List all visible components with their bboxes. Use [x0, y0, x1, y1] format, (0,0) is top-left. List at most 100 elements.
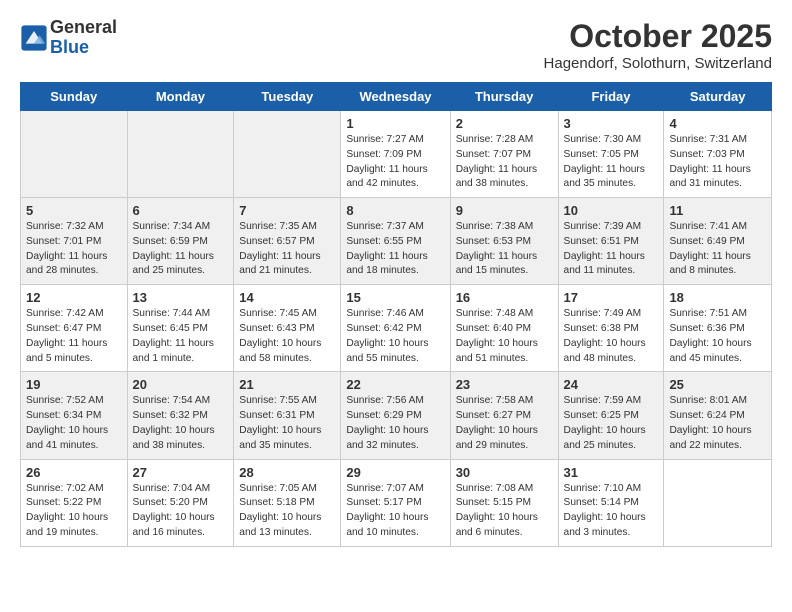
day-info: Sunrise: 7:34 AMSunset: 6:59 PMDaylight:…	[133, 220, 229, 279]
table-row: 20 Sunrise: 7:54 AMSunset: 6:32 PMDayligh…	[127, 372, 234, 459]
day-info: Sunrise: 7:10 AMSunset: 5:14 PMDaylight:…	[564, 482, 659, 541]
logo-blue-text: Blue	[50, 38, 117, 58]
day-number: 31	[564, 465, 659, 480]
logo-text: General Blue	[50, 18, 117, 58]
day-info: Sunrise: 7:45 AMSunset: 6:43 PMDaylight:…	[239, 307, 335, 366]
table-row: 28Sunrise: 7:05 AMSunset: 5:18 PMDayligh…	[234, 459, 341, 546]
table-row: 29 Sunrise: 7:07 AMSunset: 5:17 PMDayligh…	[341, 459, 450, 546]
day-info: Sunrise: 8:01 AMSunset: 6:24 PMDaylight:…	[669, 394, 766, 453]
day-info: Sunrise: 7:58 AMSunset: 6:27 PMDaylight:…	[456, 394, 553, 453]
day-info: Sunrise: 7:08 AMSunset: 5:15 PMDaylight:…	[456, 482, 553, 541]
table-row: 8Sunrise: 7:37 AMSunset: 6:55 PMDaylight…	[341, 198, 450, 285]
day-number: 19	[26, 377, 122, 392]
day-number: 22	[346, 377, 444, 392]
table-row: 17 Sunrise: 7:49 AMSunset: 6:38 PMDayligh…	[558, 285, 664, 372]
calendar-week-row: 19 Sunrise: 7:52 AMSunset: 6:34 PMDayligh…	[21, 372, 772, 459]
day-number: 1	[346, 116, 444, 131]
logo: General Blue	[20, 18, 117, 58]
day-number: 8	[346, 203, 444, 218]
col-friday: Friday	[558, 83, 664, 111]
day-info: Sunrise: 7:49 AMSunset: 6:38 PMDaylight:…	[564, 307, 659, 366]
day-number: 20	[133, 377, 229, 392]
table-row: 10 Sunrise: 7:39 AMSunset: 6:51 PMDayligh…	[558, 198, 664, 285]
day-number: 30	[456, 465, 553, 480]
table-row: 26 Sunrise: 7:02 AMSunset: 5:22 PMDayligh…	[21, 459, 128, 546]
day-info: Sunrise: 7:54 AMSunset: 6:32 PMDaylight:…	[133, 394, 229, 453]
day-info: Sunrise: 7:51 AMSunset: 6:36 PMDaylight:…	[669, 307, 766, 366]
day-info: Sunrise: 7:41 AMSunset: 6:49 PMDaylight:…	[669, 220, 766, 279]
table-row: 1 Sunrise: 7:27 AMSunset: 7:09 PMDaylight…	[341, 111, 450, 198]
day-info: Sunrise: 7:38 AMSunset: 6:53 PMDaylight:…	[456, 220, 553, 279]
day-number: 24	[564, 377, 659, 392]
col-tuesday: Tuesday	[234, 83, 341, 111]
day-number: 18	[669, 290, 766, 305]
page: General Blue October 2025 Hagendorf, Sol…	[0, 0, 792, 565]
day-info: Sunrise: 7:42 AMSunset: 6:47 PMDaylight:…	[26, 307, 122, 366]
day-info: Sunrise: 7:28 AMSunset: 7:07 PMDaylight:…	[456, 133, 553, 192]
table-row: 18 Sunrise: 7:51 AMSunset: 6:36 PMDayligh…	[664, 285, 772, 372]
calendar-week-row: 5Sunrise: 7:32 AMSunset: 7:01 PMDaylight…	[21, 198, 772, 285]
day-number: 2	[456, 116, 553, 131]
day-number: 15	[346, 290, 444, 305]
day-number: 17	[564, 290, 659, 305]
day-number: 6	[133, 203, 229, 218]
calendar-week-row: 1 Sunrise: 7:27 AMSunset: 7:09 PMDaylight…	[21, 111, 772, 198]
day-number: 26	[26, 465, 122, 480]
day-info: Sunrise: 7:32 AMSunset: 7:01 PMDaylight:…	[26, 220, 122, 279]
table-row: 22 Sunrise: 7:56 AMSunset: 6:29 PMDayligh…	[341, 372, 450, 459]
logo-icon	[20, 24, 48, 52]
day-info: Sunrise: 7:44 AMSunset: 6:45 PMDaylight:…	[133, 307, 229, 366]
day-info: Sunrise: 7:02 AMSunset: 5:22 PMDaylight:…	[26, 482, 122, 541]
day-info: Sunrise: 7:39 AMSunset: 6:51 PMDaylight:…	[564, 220, 659, 279]
day-number: 23	[456, 377, 553, 392]
table-row: 9Sunrise: 7:38 AMSunset: 6:53 PMDaylight…	[450, 198, 558, 285]
table-row: 7 Sunrise: 7:35 AMSunset: 6:57 PMDaylight…	[234, 198, 341, 285]
header: General Blue October 2025 Hagendorf, Sol…	[20, 18, 772, 72]
day-number: 7	[239, 203, 335, 218]
day-number: 25	[669, 377, 766, 392]
day-info: Sunrise: 7:27 AMSunset: 7:09 PMDaylight:…	[346, 133, 444, 192]
table-row: 6 Sunrise: 7:34 AMSunset: 6:59 PMDaylight…	[127, 198, 234, 285]
table-row: 15Sunrise: 7:46 AMSunset: 6:42 PMDayligh…	[341, 285, 450, 372]
day-info: Sunrise: 7:48 AMSunset: 6:40 PMDaylight:…	[456, 307, 553, 366]
table-row: 12 Sunrise: 7:42 AMSunset: 6:47 PMDayligh…	[21, 285, 128, 372]
day-number: 27	[133, 465, 229, 480]
day-info: Sunrise: 7:56 AMSunset: 6:29 PMDaylight:…	[346, 394, 444, 453]
day-info: Sunrise: 7:35 AMSunset: 6:57 PMDaylight:…	[239, 220, 335, 279]
day-number: 13	[133, 290, 229, 305]
table-row: 24 Sunrise: 7:59 AMSunset: 6:25 PMDayligh…	[558, 372, 664, 459]
day-number: 10	[564, 203, 659, 218]
table-row: 13 Sunrise: 7:44 AMSunset: 6:45 PMDayligh…	[127, 285, 234, 372]
day-info: Sunrise: 7:59 AMSunset: 6:25 PMDaylight:…	[564, 394, 659, 453]
table-row: 21 Sunrise: 7:55 AMSunset: 6:31 PMDayligh…	[234, 372, 341, 459]
day-info: Sunrise: 7:30 AMSunset: 7:05 PMDaylight:…	[564, 133, 659, 192]
day-number: 14	[239, 290, 335, 305]
day-info: Sunrise: 7:05 AMSunset: 5:18 PMDaylight:…	[239, 482, 335, 541]
table-row: 19 Sunrise: 7:52 AMSunset: 6:34 PMDayligh…	[21, 372, 128, 459]
month-title: October 2025	[544, 18, 772, 55]
col-monday: Monday	[127, 83, 234, 111]
table-row: 27Sunrise: 7:04 AMSunset: 5:20 PMDayligh…	[127, 459, 234, 546]
day-info: Sunrise: 7:52 AMSunset: 6:34 PMDaylight:…	[26, 394, 122, 453]
calendar-header-row: Sunday Monday Tuesday Wednesday Thursday…	[21, 83, 772, 111]
col-thursday: Thursday	[450, 83, 558, 111]
title-section: October 2025 Hagendorf, Solothurn, Switz…	[544, 18, 772, 72]
table-row	[127, 111, 234, 198]
table-row	[234, 111, 341, 198]
day-number: 12	[26, 290, 122, 305]
day-info: Sunrise: 7:31 AMSunset: 7:03 PMDaylight:…	[669, 133, 766, 192]
calendar-week-row: 26 Sunrise: 7:02 AMSunset: 5:22 PMDayligh…	[21, 459, 772, 546]
col-saturday: Saturday	[664, 83, 772, 111]
day-info: Sunrise: 7:07 AMSunset: 5:17 PMDaylight:…	[346, 482, 444, 541]
day-info: Sunrise: 7:55 AMSunset: 6:31 PMDaylight:…	[239, 394, 335, 453]
table-row: 4 Sunrise: 7:31 AMSunset: 7:03 PMDaylight…	[664, 111, 772, 198]
table-row: 14 Sunrise: 7:45 AMSunset: 6:43 PMDayligh…	[234, 285, 341, 372]
day-number: 29	[346, 465, 444, 480]
table-row: 31 Sunrise: 7:10 AMSunset: 5:14 PMDayligh…	[558, 459, 664, 546]
calendar-week-row: 12 Sunrise: 7:42 AMSunset: 6:47 PMDayligh…	[21, 285, 772, 372]
col-sunday: Sunday	[21, 83, 128, 111]
day-number: 4	[669, 116, 766, 131]
table-row: 2 Sunrise: 7:28 AMSunset: 7:07 PMDaylight…	[450, 111, 558, 198]
day-number: 21	[239, 377, 335, 392]
table-row: 3Sunrise: 7:30 AMSunset: 7:05 PMDaylight…	[558, 111, 664, 198]
